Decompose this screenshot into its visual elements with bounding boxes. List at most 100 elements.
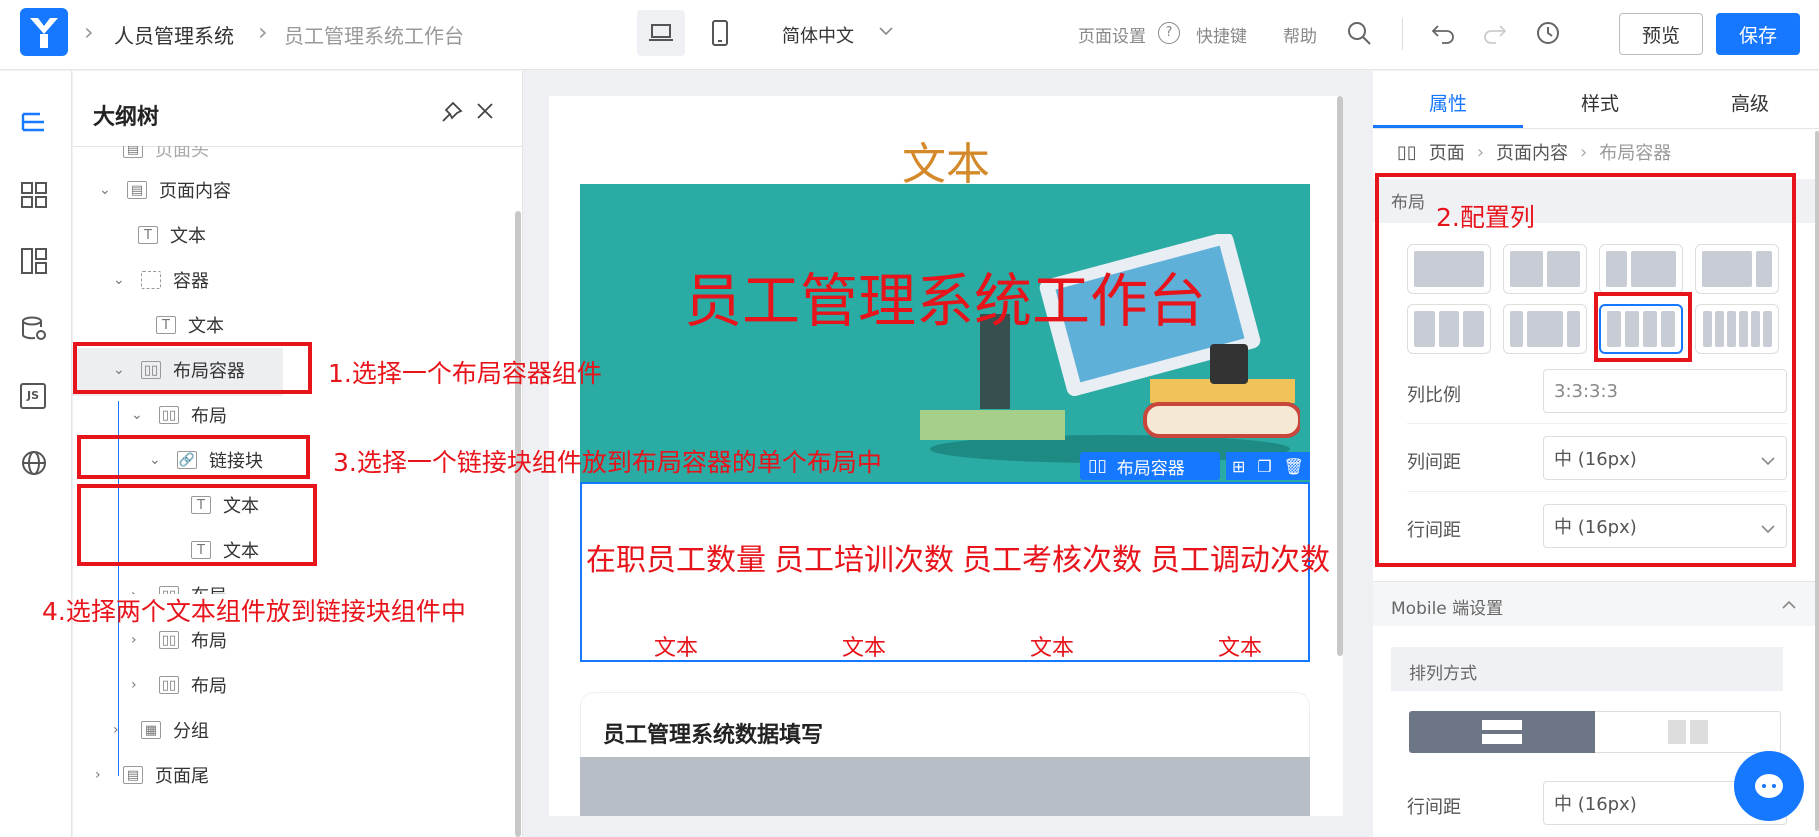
save-button[interactable]: 保存: [1716, 13, 1800, 55]
arrange-option-columns[interactable]: [1595, 711, 1781, 753]
components-icon[interactable]: [20, 181, 48, 213]
chevron-right-icon[interactable]: ›: [95, 767, 113, 783]
annotation-box-4: [77, 484, 317, 566]
breadcrumb-app-name[interactable]: 人员管理系统: [114, 20, 234, 49]
component-actions: ⊞ ❐ 🗑: [1226, 452, 1310, 480]
breadcrumb-layout-container[interactable]: 布局容器: [1599, 139, 1671, 165]
columns-icon: ▯▯: [159, 676, 179, 694]
left-icon-bar: JS: [0, 71, 72, 837]
tab-properties[interactable]: 属性: [1429, 89, 1467, 116]
pin-icon[interactable]: [441, 101, 463, 127]
redo-icon[interactable]: [1482, 22, 1508, 48]
form-banner-image: [580, 757, 1310, 816]
stat-sub-text[interactable]: 文本: [958, 630, 1146, 662]
stat-employees[interactable]: 在职员工数量: [582, 542, 770, 580]
mobile-settings-title: Mobile 端设置: [1391, 599, 1504, 619]
chevron-down-icon[interactable]: ⌄: [99, 182, 117, 198]
page-settings-link[interactable]: 页面设置: [1078, 22, 1146, 47]
stats-row: 在职员工数量 员工培训次数 员工考核次数 员工调动次数 文本 文本 文本 文本: [582, 542, 1330, 662]
chevron-down-icon[interactable]: ⌄: [113, 272, 131, 288]
banner-title: 员工管理系统工作台: [683, 267, 1206, 335]
outline-tree-icon[interactable]: [20, 111, 50, 141]
scrollbar[interactable]: [1815, 131, 1819, 831]
tree-item-container[interactable]: ⌄ 容器: [113, 267, 209, 293]
annotation-box-1: [73, 342, 312, 394]
chevron-right-icon[interactable]: ›: [131, 677, 149, 693]
history-clock-icon[interactable]: [1535, 20, 1561, 50]
tree-item-page-content[interactable]: ⌄ ▤ 页面内容: [99, 177, 231, 203]
columns-icon: ▯▯: [159, 406, 179, 424]
stat-sub-text[interactable]: 文本: [770, 630, 958, 662]
tree-item-text[interactable]: T 文本: [156, 312, 224, 338]
js-icon[interactable]: JS: [20, 383, 46, 409]
tree-item-text[interactable]: T 文本: [138, 222, 206, 248]
preview-button[interactable]: 预览: [1619, 13, 1703, 55]
tab-advanced[interactable]: 高级: [1731, 89, 1769, 116]
page-icon: ▤: [123, 146, 143, 158]
datasource-icon[interactable]: [20, 315, 48, 347]
arrange-label: 排列方式: [1409, 664, 1477, 684]
tree-item-group[interactable]: › ▦ 分组: [113, 717, 209, 743]
search-icon[interactable]: [1346, 20, 1372, 50]
globe-icon[interactable]: [20, 449, 48, 481]
mobile-row-gap-label: 行间距: [1407, 797, 1461, 818]
chevron-down-icon[interactable]: ⌄: [131, 407, 149, 423]
stat-transfer[interactable]: 员工调动次数: [1146, 542, 1334, 580]
breadcrumb-page-name[interactable]: 员工管理系统工作台: [284, 20, 464, 49]
customer-service-button[interactable]: [1734, 751, 1804, 821]
text-t-icon: T: [156, 316, 176, 334]
add-icon[interactable]: ⊞: [1232, 457, 1245, 476]
stat-training[interactable]: 员工培训次数: [770, 542, 958, 580]
breadcrumb-page-content[interactable]: 页面内容: [1496, 139, 1568, 165]
arrange-option-stacked[interactable]: [1409, 711, 1595, 753]
close-icon[interactable]: [475, 101, 495, 125]
divider: [1402, 18, 1403, 50]
tree-item-page-header[interactable]: ▤ 页面头: [123, 146, 209, 162]
tree-item-layout[interactable]: ⌄ ▯▯ 布局: [131, 402, 227, 428]
copy-icon[interactable]: ❐: [1257, 457, 1271, 476]
scrollbar[interactable]: [1337, 96, 1343, 656]
chevron-right-icon[interactable]: ›: [131, 632, 149, 648]
desktop-view-button[interactable]: [637, 10, 685, 56]
tree-item-layout[interactable]: › ▯▯ 布局: [131, 627, 227, 653]
tree-item-page-footer[interactable]: › ▤ 页面尾: [95, 762, 209, 788]
help-circle-icon[interactable]: ?: [1158, 22, 1180, 44]
tree-item-layout[interactable]: › ▯▯ 布局: [131, 672, 227, 698]
layout-icon[interactable]: [20, 247, 48, 279]
tab-style[interactable]: 样式: [1581, 89, 1619, 116]
chevron-right-icon: ›: [1580, 141, 1588, 163]
chevron-down-icon[interactable]: [878, 22, 894, 41]
stat-assessment[interactable]: 员工考核次数: [958, 542, 1146, 580]
stat-sub-text[interactable]: 文本: [1146, 630, 1334, 662]
annotation-box-3: [77, 435, 310, 479]
outline-title: 大纲树: [93, 105, 160, 130]
help-link[interactable]: 帮助: [1283, 22, 1317, 47]
language-select[interactable]: 简体中文: [782, 22, 854, 48]
annotation-step2: 2.配置列: [1436, 203, 1535, 232]
annotation-step4: 4.选择两个文本组件放到链接块组件中: [42, 597, 466, 626]
text-t-icon: T: [138, 226, 158, 244]
undo-icon[interactable]: [1430, 22, 1456, 48]
columns-icon: ▯▯: [159, 631, 179, 649]
app-logo-icon[interactable]: [20, 8, 68, 56]
phone-icon: [712, 20, 728, 46]
delete-icon[interactable]: 🗑: [1284, 457, 1304, 476]
breadcrumb-page[interactable]: 页面: [1429, 139, 1465, 165]
breadcrumb: ▯▯ 页面 › 页面内容 › 布局容器: [1397, 139, 1671, 165]
scrollbar[interactable]: [515, 211, 521, 837]
shortcuts-link[interactable]: 快捷键: [1196, 22, 1247, 47]
mobile-view-button[interactable]: [696, 10, 744, 56]
top-bar: › 人员管理系统 › 员工管理系统工作台 简体中文 页面设置 ? 快捷键 帮助 …: [0, 0, 1819, 70]
banner-image[interactable]: 员工管理系统工作台: [580, 184, 1310, 482]
section-title: 员工管理系统数据填写: [603, 723, 824, 748]
laptop-icon: [649, 24, 673, 41]
component-toolbar[interactable]: ▯▯ 布局容器: [1080, 452, 1220, 480]
columns-icon: ▯▯: [1397, 141, 1417, 163]
chevron-right-icon[interactable]: ›: [113, 722, 131, 738]
layout-container-selected[interactable]: 在职员工数量 员工培训次数 员工考核次数 员工调动次数 文本 文本 文本 文本: [580, 482, 1330, 662]
chevron-up-icon[interactable]: [1781, 596, 1797, 615]
chevron-right-icon: ›: [1476, 141, 1485, 163]
canvas-top-text[interactable]: 文本: [549, 128, 1343, 192]
divider: [1373, 128, 1819, 129]
stat-sub-text[interactable]: 文本: [582, 630, 770, 662]
